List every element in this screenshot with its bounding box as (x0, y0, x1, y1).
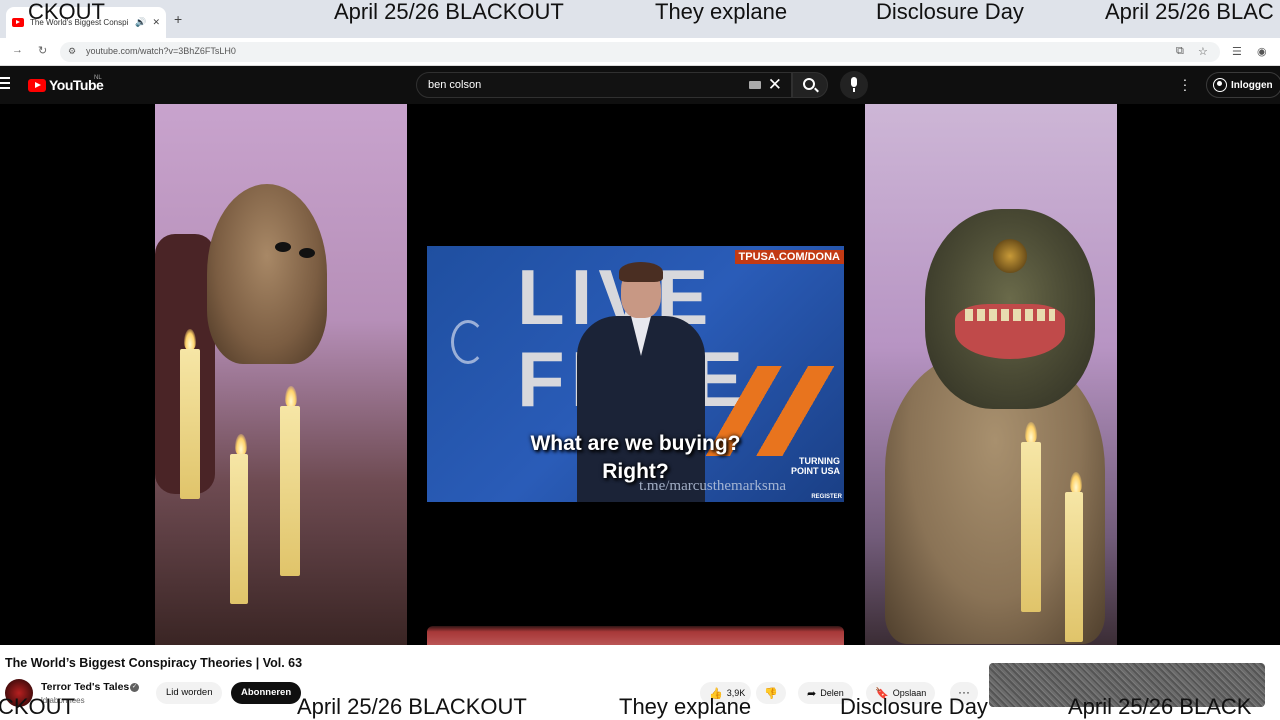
mask-eye (275, 242, 291, 252)
candle (230, 454, 248, 604)
lower-clip-strip (427, 626, 844, 645)
search-button[interactable] (792, 72, 828, 98)
candle-flame (184, 329, 196, 351)
candle (280, 406, 300, 576)
verified-check-icon: ✓ (130, 683, 139, 692)
signin-button[interactable]: Inloggen (1206, 72, 1280, 98)
keyboard-icon[interactable] (749, 81, 761, 89)
ticker-item: Disclosure Day (840, 694, 988, 719)
video-title: The World’s Biggest Conspiracy Theories … (5, 656, 303, 670)
bookmark-star-icon[interactable]: ☆ (1198, 45, 1208, 58)
ticker-item: April 25/26 BLACK (1068, 694, 1252, 719)
install-icon[interactable]: ⧉ (1176, 45, 1184, 58)
signin-label: Inloggen (1231, 79, 1273, 91)
settings-kebab-icon[interactable]: · · · (1182, 72, 1188, 96)
youtube-play-icon (28, 78, 46, 92)
candle (1065, 492, 1083, 642)
youtube-header: YouTube NL ben colson ✕ · · · Inloggen (0, 66, 1280, 104)
youtube-logo[interactable]: YouTube (28, 77, 104, 93)
video-center-pane: LIVEFREE TPUSA.COM/DONA What are we buyi… (407, 104, 865, 645)
speaker-hair (619, 262, 663, 282)
search-icon (803, 78, 815, 90)
site-info-icon[interactable]: ⚙ (68, 46, 76, 57)
register-text: REGISTER (811, 494, 842, 500)
org-logo-text: TURNING POINT USA (790, 456, 840, 476)
embedded-clip: LIVEFREE TPUSA.COM/DONA What are we buyi… (427, 246, 844, 502)
monster-eye (993, 239, 1027, 273)
ticker-item: April 25/26 BLAC (1105, 0, 1274, 24)
ticker-item: April 25/26 BLACKOUT (334, 0, 564, 24)
channel-name[interactable]: Terror Ted's Tales (41, 681, 129, 693)
address-bar: → ↻ ⚙ youtube.com/watch?v=3BhZ6FTsLH0 ⧉ … (0, 38, 1280, 66)
reading-list-icon[interactable]: ☰ (1232, 45, 1242, 58)
reload-icon[interactable]: ↻ (38, 44, 47, 57)
video-left-pane (155, 104, 407, 645)
search-input[interactable]: ben colson ✕ (416, 72, 792, 98)
clip-url-banner: TPUSA.COM/DONA (734, 250, 844, 264)
candle (180, 349, 200, 499)
caption-line-1: What are we buying? (530, 432, 741, 455)
search-value: ben colson (428, 79, 482, 91)
candle-flame (285, 386, 297, 408)
mask-eye (299, 248, 315, 258)
url-text: youtube.com/watch?v=3BhZ6FTsLH0 (86, 46, 236, 56)
ticker-item: Disclosure Day (876, 0, 1024, 24)
url-box[interactable]: ⚙ youtube.com/watch?v=3BhZ6FTsLH0 (60, 42, 1220, 62)
screen: The World's Biggest Conspi 🔊 ✕ + CKOUT A… (0, 0, 1280, 720)
country-code: NL (94, 75, 102, 81)
hamburger-menu-icon[interactable] (0, 77, 10, 89)
turning-point-logo-icon (451, 320, 485, 364)
ticker-item: April 25/26 BLACKOUT (297, 694, 527, 719)
ticker-top: CKOUT April 25/26 BLACKOUT They explane … (0, 0, 1280, 26)
ticker-item: They explane (655, 0, 788, 24)
candle-flame (1025, 422, 1037, 444)
video-right-pane (865, 104, 1117, 645)
candle-flame (1070, 472, 1082, 494)
monster-teeth (965, 309, 1055, 321)
candle (1021, 442, 1041, 612)
watermark: t.me/marcusthemarksma (639, 478, 787, 494)
clear-search-icon[interactable]: ✕ (768, 75, 782, 95)
ticker-bottom: CKOUT April 25/26 BLACKOUT They explane … (0, 694, 1280, 720)
ticker-item: CKOUT (28, 0, 105, 24)
voice-search-icon[interactable] (840, 71, 868, 99)
ticker-item: CKOUT (0, 694, 75, 719)
forward-icon[interactable]: → (12, 44, 23, 56)
profile-icon[interactable]: ◉ (1257, 45, 1267, 58)
video-player[interactable]: LIVEFREE TPUSA.COM/DONA What are we buyi… (0, 104, 1280, 645)
monster-head (925, 209, 1095, 409)
burlap-mask-figure (207, 184, 327, 364)
ticker-item: They explane (619, 694, 752, 719)
candle-flame (235, 434, 247, 456)
user-circle-icon (1213, 78, 1227, 92)
